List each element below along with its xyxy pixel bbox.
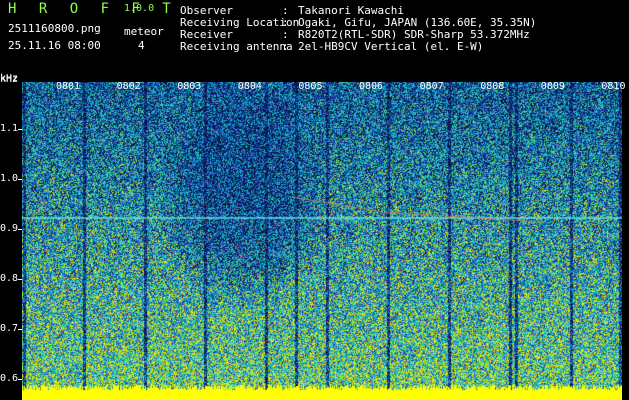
y-tick-label: 0.9 bbox=[0, 223, 19, 234]
y-tick-label: 0.7 bbox=[0, 323, 19, 334]
y-tick-mark bbox=[18, 379, 22, 380]
info-label-antenna: Receiving antenna bbox=[180, 40, 293, 53]
x-tick-label: 0808 bbox=[480, 81, 505, 92]
meteor-count: 4 bbox=[138, 39, 145, 52]
x-tick-label: 0809 bbox=[540, 81, 565, 92]
y-tick-label: 0.6 bbox=[0, 373, 19, 384]
x-tick-label: 0803 bbox=[177, 81, 202, 92]
y-tick-mark bbox=[18, 279, 22, 280]
x-tick-label: 0810 bbox=[601, 81, 626, 92]
y-axis-unit-label: kHz bbox=[0, 73, 19, 84]
spectrogram-canvas bbox=[22, 82, 622, 400]
y-tick-mark bbox=[18, 229, 22, 230]
header-panel: H R O F F T 1.0.0 2511160800.png 25.11.1… bbox=[0, 0, 629, 80]
meteor-label: meteor bbox=[124, 25, 164, 38]
y-tick-mark bbox=[18, 179, 22, 180]
info-value-antenna: 2el-HB9CV Vertical (el. E-W) bbox=[298, 40, 484, 53]
spectrogram bbox=[22, 82, 622, 400]
file-datetime: 25.11.16 08:00 bbox=[8, 39, 101, 52]
file-name: 2511160800.png bbox=[8, 22, 101, 35]
right-border bbox=[622, 80, 629, 400]
x-tick-label: 0805 bbox=[298, 81, 323, 92]
x-tick-label: 0804 bbox=[237, 81, 262, 92]
x-tick-label: 0806 bbox=[359, 81, 384, 92]
y-tick-label: 0.8 bbox=[0, 273, 19, 284]
app-version: 1.0.0 bbox=[124, 3, 155, 14]
y-tick-label: 1.1 bbox=[0, 123, 19, 134]
y-tick-mark bbox=[18, 329, 22, 330]
x-tick-label: 0802 bbox=[116, 81, 141, 92]
y-tick-mark bbox=[18, 129, 22, 130]
y-tick-label: 1.0 bbox=[0, 173, 19, 184]
x-tick-label: 0801 bbox=[56, 81, 81, 92]
info-colon: : bbox=[282, 40, 289, 53]
x-tick-label: 0807 bbox=[419, 81, 444, 92]
